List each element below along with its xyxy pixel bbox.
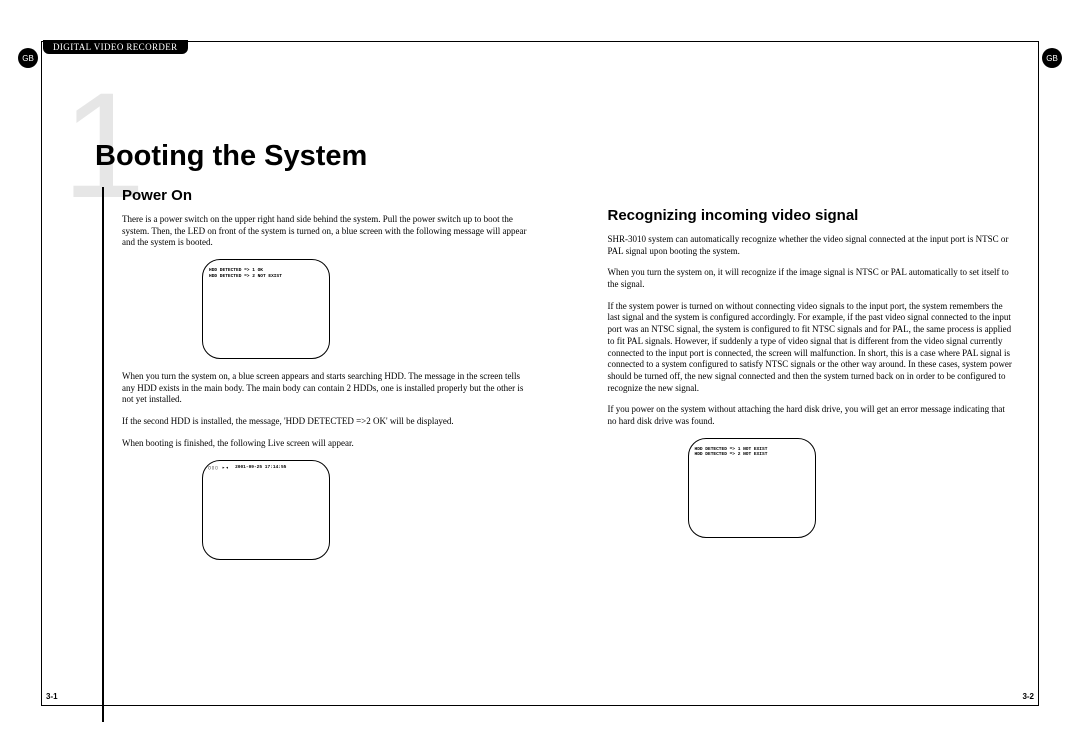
crt-screen: HDD DETECTED => 1 NOT EXIST HDD DETECTED…	[688, 438, 816, 538]
crt-screen: ◯▯▯ ▸◂ 2001-09-25 17:14:55	[202, 460, 330, 560]
content-columns: Power On There is a power switch on the …	[122, 187, 1013, 572]
left-column: Power On There is a power switch on the …	[122, 187, 528, 572]
language-badge-right: GB	[1042, 48, 1062, 68]
paragraph: When you turn the system on, it will rec…	[608, 267, 1014, 290]
screenshot-hdd-not-exist: HDD DETECTED => 1 NOT EXIST HDD DETECTED…	[688, 438, 816, 538]
screen-text-line: HDD DETECTED => 2 NOT EXIST	[695, 452, 809, 458]
page-number-right: 3-2	[1022, 692, 1034, 701]
page-frame: DIGITAL VIDEO RECORDER 1 Booting the Sys…	[41, 41, 1039, 706]
chapter-title: Booting the System	[95, 140, 367, 173]
paragraph: When booting is finished, the following …	[122, 438, 528, 450]
screenshot-hdd-detected: HDD DETECTED => 1 OK HDD DETECTED => 2 N…	[202, 259, 330, 359]
section-heading-video-signal: Recognizing incoming video signal	[608, 207, 1014, 224]
section-heading-power-on: Power On	[122, 187, 528, 204]
paragraph: There is a power switch on the upper rig…	[122, 214, 528, 249]
chapter-rule	[102, 187, 104, 722]
screen-timestamp: 2001-09-25 17:14:55	[235, 465, 286, 471]
paragraph: If you power on the system without attac…	[608, 404, 1014, 427]
screen-text-line: HDD DETECTED => 2 NOT EXIST	[209, 274, 323, 280]
screenshot-live: ◯▯▯ ▸◂ 2001-09-25 17:14:55	[202, 460, 330, 560]
paragraph: SHR-3010 system can automatically recogn…	[608, 234, 1014, 257]
screen-status-bar: ◯▯▯ ▸◂ 2001-09-25 17:14:55	[208, 465, 324, 472]
language-badge-left: GB	[18, 48, 38, 68]
paragraph: When you turn the system on, a blue scre…	[122, 371, 528, 406]
right-column: Recognizing incoming video signal SHR-30…	[608, 187, 1014, 572]
paragraph: If the system power is turned on without…	[608, 301, 1014, 395]
status-icons: ◯▯▯ ▸◂	[208, 465, 229, 472]
header-tab: DIGITAL VIDEO RECORDER	[43, 40, 188, 54]
page-number-left: 3-1	[46, 692, 58, 701]
crt-screen: HDD DETECTED => 1 OK HDD DETECTED => 2 N…	[202, 259, 330, 359]
paragraph: If the second HDD is installed, the mess…	[122, 416, 528, 428]
